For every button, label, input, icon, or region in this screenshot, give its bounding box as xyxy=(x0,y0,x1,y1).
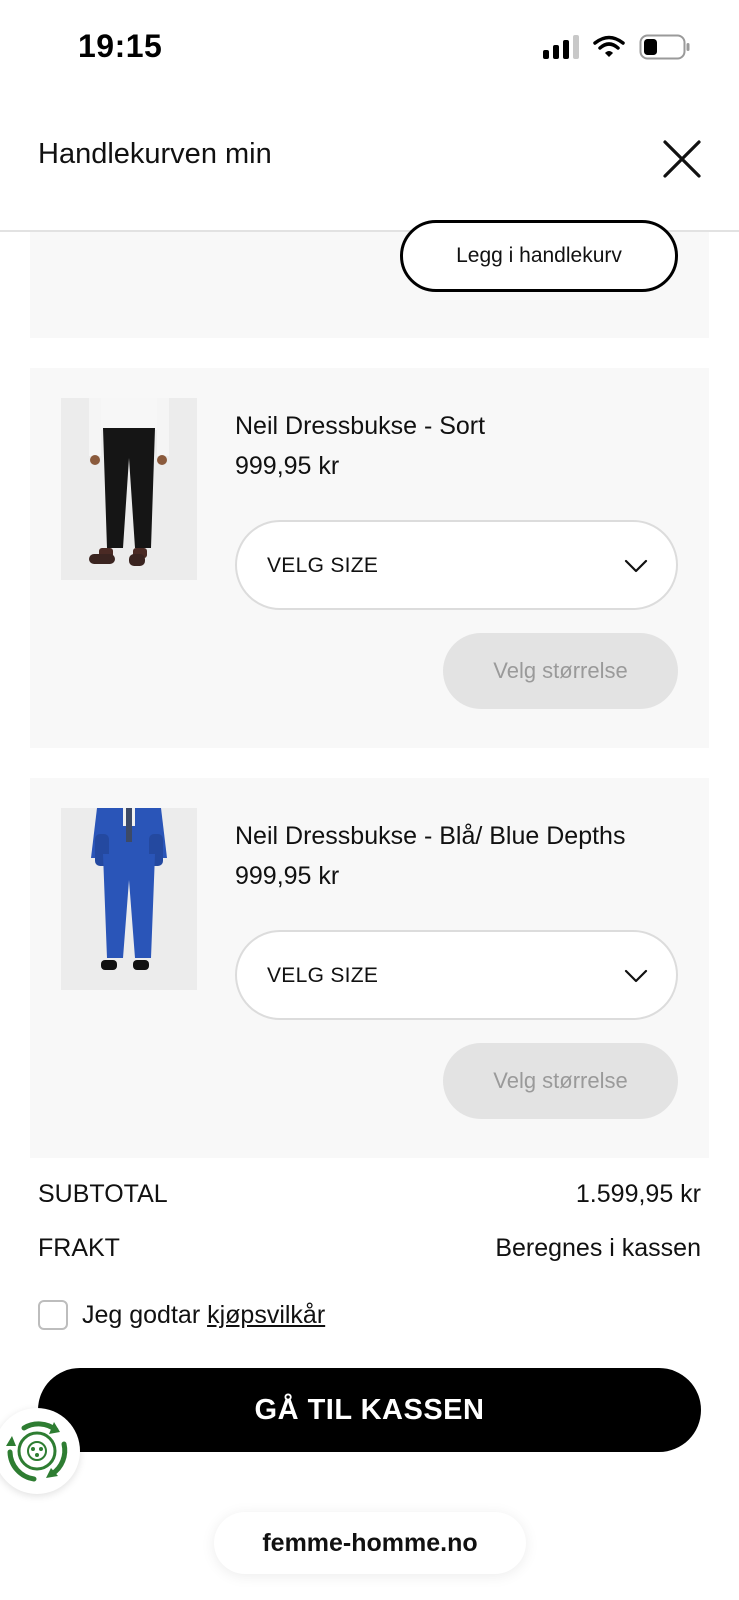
shipping-label: FRAKT xyxy=(38,1234,120,1262)
add-to-cart-button[interactable]: Legg i handlekurv xyxy=(400,220,678,292)
eco-badge[interactable] xyxy=(0,1408,80,1494)
shipping-value: Beregnes i kassen xyxy=(495,1234,701,1262)
terms-link[interactable]: kjøpsvilkår xyxy=(207,1301,325,1329)
product-image[interactable] xyxy=(61,398,197,580)
size-select-label: VELG SIZE xyxy=(267,964,379,987)
subtotal-row: SUBTOTAL 1.599,95 kr xyxy=(38,1180,701,1209)
product-name: Neil Dressbukse - Sort xyxy=(235,412,486,440)
terms-prefix: Jeg godtar xyxy=(82,1300,201,1329)
shipping-row: FRAKT Beregnes i kassen xyxy=(38,1234,701,1263)
status-bar: 19:15 xyxy=(0,0,739,100)
wifi-icon xyxy=(593,35,625,57)
cart-header: Handlekurven min xyxy=(0,100,739,232)
product-price: 999,95 kr xyxy=(235,862,340,890)
status-time: 19:15 xyxy=(78,28,163,64)
browser-url-pill[interactable]: femme-homme.no xyxy=(214,1512,526,1574)
product-price: 999,95 kr xyxy=(235,452,340,480)
choose-size-button[interactable]: Velg størrelse xyxy=(443,633,678,709)
product-image[interactable] xyxy=(61,808,197,990)
size-select[interactable]: VELG SIZE xyxy=(235,520,678,610)
page-title: Handlekurven min xyxy=(38,138,272,170)
terms-consent: Jeg godtar kjøpsvilkår xyxy=(38,1300,325,1330)
terms-checkbox[interactable] xyxy=(38,1300,68,1330)
close-icon[interactable] xyxy=(661,138,703,180)
checkout-button[interactable]: GÅ TIL KASSEN xyxy=(38,1368,701,1452)
status-icons xyxy=(543,34,691,60)
subtotal-value: 1.599,95 kr xyxy=(575,1180,701,1208)
cellular-signal-icon xyxy=(543,35,579,59)
subtotal-label: SUBTOTAL xyxy=(38,1180,168,1208)
terms-text: Jeg godtar kjøpsvilkår xyxy=(82,1301,325,1330)
size-select-label: VELG SIZE xyxy=(267,554,379,577)
battery-icon xyxy=(639,34,690,60)
product-card: Neil Dressbukse - Sort 999,95 kr VELG SI… xyxy=(30,368,709,748)
product-card: Neil Dressbukse - Blå/ Blue Depths 999,9… xyxy=(30,778,709,1158)
recycle-icon xyxy=(6,1421,68,1482)
choose-size-button[interactable]: Velg størrelse xyxy=(443,1043,678,1119)
chevron-down-icon xyxy=(624,559,648,573)
chevron-down-icon xyxy=(624,969,648,983)
product-name: Neil Dressbukse - Blå/ Blue Depths xyxy=(235,822,626,850)
size-select[interactable]: VELG SIZE xyxy=(235,930,678,1020)
